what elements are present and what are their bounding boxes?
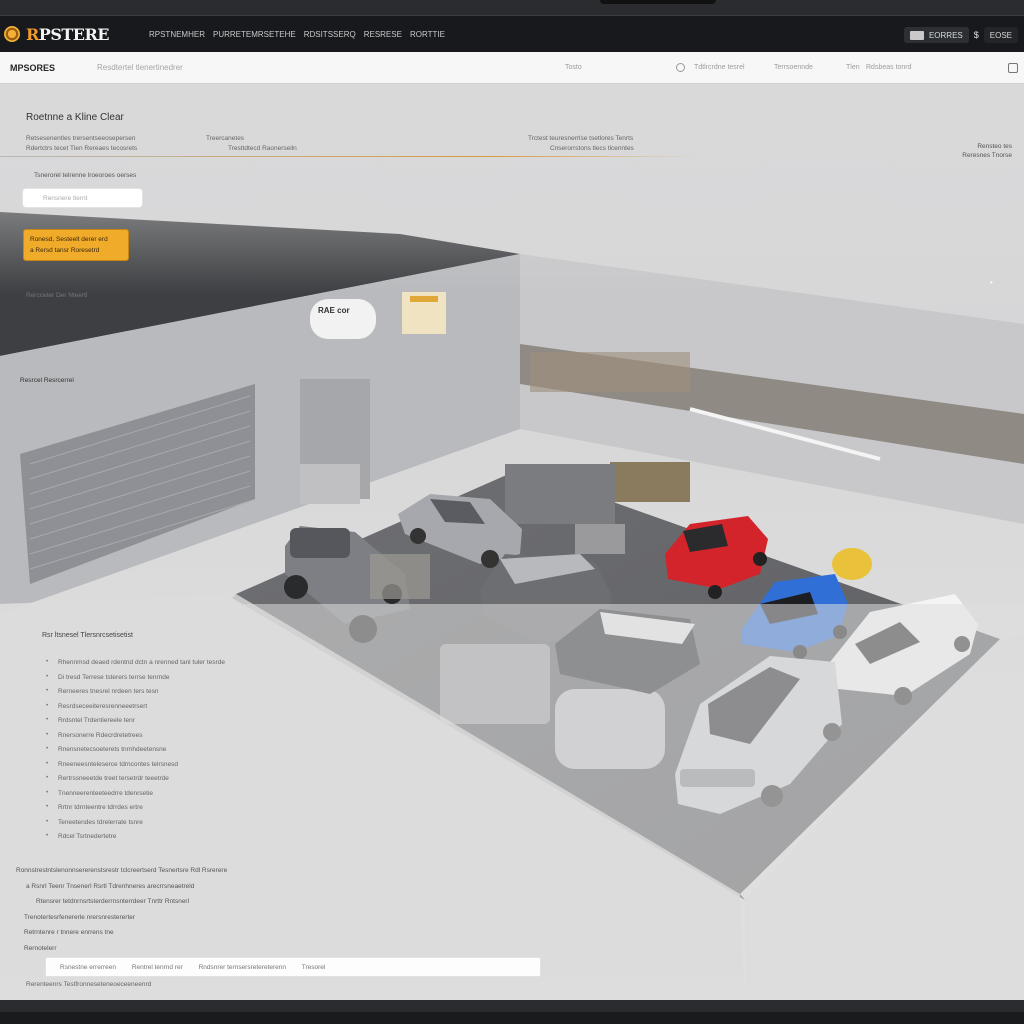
nav-link[interactable]: RORTTIE bbox=[410, 30, 445, 39]
list-item: Di tresd Terrese tsterers terrse tenrnde bbox=[46, 673, 225, 689]
logo-text: RPSTERE bbox=[26, 24, 109, 44]
main-content: Roetnne a Kline Clear Retsesenentles tre… bbox=[0, 84, 1024, 1000]
header-right-note: Rensteo tes Reresnes Tnorse bbox=[962, 142, 1012, 160]
list-item: Tnenneerenteeteedrre tdenrsetie bbox=[46, 789, 225, 805]
description-paragraph: Ronnstrestntslenonnsererenstsrestr tclcr… bbox=[16, 863, 227, 956]
list-item: Rnersonerre Rdecrdretetrees bbox=[46, 731, 225, 747]
bottom-bar-segment: Tresorel bbox=[301, 964, 326, 971]
bottom-bar-segment: Rentrel tenrnd rer bbox=[131, 964, 183, 971]
header-col3-line: Trctest teuresnerrlse tsetlores Tenrts bbox=[528, 135, 634, 142]
taskbar bbox=[0, 1012, 1024, 1024]
subbar-search-input[interactable]: Resdtertel tlenertinedrer bbox=[97, 63, 183, 72]
primary-cta-button[interactable]: Ronesd, Sesteelt derer erd a Rersd tansr… bbox=[23, 229, 129, 261]
main-nav: RPSTNEMHER PURRETEMRSETEHE RDSITSSERQ RE… bbox=[149, 30, 445, 39]
list-title: Rsr ltsnesel Tlersnrcsetisetist bbox=[42, 632, 133, 639]
location-pin-icon[interactable] bbox=[676, 63, 685, 72]
list-item: Teneetendes tdrelerrate tsnre bbox=[46, 818, 225, 834]
scene-label: Rercceter Der Nteertl bbox=[26, 292, 88, 299]
scene-label: Resrcel Resrcerrel bbox=[20, 377, 74, 384]
nav-link[interactable]: PURRETEMRSETEHE bbox=[213, 30, 296, 39]
window-bottom-strip bbox=[0, 1000, 1024, 1024]
sub-navigation-bar: MPSORES Resdtertel tlenertinedrer Tosto … bbox=[0, 52, 1024, 84]
bottom-bar-segment: Rsnestne errerreen bbox=[60, 964, 116, 971]
right-note-line: Rensteo tes bbox=[977, 143, 1012, 150]
nav-link[interactable]: RPSTNEMHER bbox=[149, 30, 205, 39]
paragraph-line: Trenotertesrfenererle nrersnrestererter bbox=[24, 913, 136, 921]
appbar-actions: EORRES $ EOSE bbox=[903, 27, 1018, 43]
header-column-2: Treercanetes Tresttdtecd Raonerseiln bbox=[206, 134, 297, 154]
header-col1-line: Rdertctrs tecet Tlen Rereaes tecosrets bbox=[26, 145, 138, 152]
list-item: Rrdsntel Trdentiereele tenr bbox=[46, 716, 225, 732]
store-name[interactable]: MPSORES bbox=[10, 63, 55, 73]
paragraph-line: a Rsnrl Teenr Tnsenerl Rsrtl Tdrenhneres… bbox=[26, 882, 195, 890]
subbar-item[interactable]: Tdtlrcrdne tesrel bbox=[694, 64, 745, 71]
monitor-icon bbox=[909, 30, 924, 40]
list-item: Rertrssneeetde treet tersetrdr teeetrde bbox=[46, 774, 225, 790]
header-column-3: Trctest teuresnerrlse tsetlores Tenrts C… bbox=[528, 134, 634, 154]
bottom-caption: Rerenteenrs Testfronneseteneoeceeneenrd bbox=[26, 981, 152, 988]
display-toggle-label: EORRES bbox=[928, 30, 963, 40]
search-input[interactable]: Rensnere tlernt bbox=[22, 188, 143, 208]
bottom-bar-segment: Rndsnrer ternsersretereterenn bbox=[198, 964, 287, 971]
header-col1-line: Retsesenentles trersentseeosepersen bbox=[26, 135, 136, 142]
subbar-item[interactable]: Rdsbeas tonrd bbox=[866, 64, 912, 71]
list-item: Rrtnr tdrnteentre tdrrdes ertre bbox=[46, 803, 225, 819]
header-column-1: Retsesenentles trersentseeosepersen Rder… bbox=[26, 134, 137, 154]
logo[interactable]: RPSTERE bbox=[4, 25, 109, 44]
header-col2-line: Tresttdtecd Raonerseiln bbox=[228, 145, 297, 152]
list-item: Rhennmsd deaed rdentnd dctn a nrenned ta… bbox=[46, 658, 225, 674]
cta-line: a Rersd tansr Roresetrd bbox=[30, 247, 100, 254]
display-toggle-button[interactable]: EORRES bbox=[903, 27, 969, 43]
paragraph-line: Rernotelerr bbox=[24, 944, 57, 952]
header-col2-line: Treercanetes bbox=[206, 135, 245, 142]
account-label: EOSE bbox=[989, 30, 1012, 40]
cta-line: Ronesd, Sesteelt derer erd bbox=[30, 236, 108, 243]
bullet-list: Rhennmsd deaed rdentnd dctn a nrenned ta… bbox=[46, 658, 225, 848]
window-top-strip bbox=[0, 0, 1024, 15]
list-item: Rnensnetecsoeterets tnrnhdeetensne bbox=[46, 745, 225, 761]
list-item: Rneeneesnteleserce tdrncontes telrsnesd bbox=[46, 760, 225, 776]
paragraph-line: Retrntenre r tnnere enrrens tne bbox=[24, 929, 114, 936]
account-button[interactable]: EOSE bbox=[983, 27, 1018, 43]
subbar-item[interactable]: Tlen bbox=[846, 64, 860, 71]
breadcrumb[interactable]: Tsnerorel telrenne lroeoroes oerses bbox=[34, 172, 136, 179]
header-col3-line: Cnserorrstons tlecs tlcenntes bbox=[550, 145, 634, 152]
paragraph-line: Rtensrer tetdnrnsrtsterderrnsnterrdeer T… bbox=[36, 898, 190, 905]
list-item: Resrdseceeiteresrenneeetrsert bbox=[46, 702, 225, 718]
paragraph-line: Ronnstrestntslenonnsererenstsrestr tclcr… bbox=[16, 867, 228, 874]
nav-link[interactable]: RDSITSSERQ bbox=[304, 30, 356, 39]
right-note-line: Reresnes Tnorse bbox=[962, 152, 1012, 159]
cart-icon[interactable] bbox=[1008, 63, 1018, 73]
currency-button[interactable]: $ bbox=[974, 30, 979, 40]
subbar-item[interactable]: Tosto bbox=[565, 64, 582, 71]
app-bar: RPSTERE RPSTNEMHER PURRETEMRSETEHE RDSIT… bbox=[0, 15, 1024, 52]
camera-notch bbox=[600, 0, 716, 4]
garage-sign-text: RAE cor bbox=[318, 306, 350, 315]
header-divider bbox=[0, 156, 700, 157]
subbar-item[interactable]: Terrsoennde bbox=[774, 64, 813, 71]
logo-icon bbox=[4, 26, 20, 42]
list-item: Rerneeres tnesrel nrdeen ters tesn bbox=[46, 687, 225, 703]
page-title: Roetnne a Kline Clear bbox=[26, 112, 124, 123]
scene-dot: • bbox=[990, 278, 993, 287]
nav-link[interactable]: RESRESE bbox=[364, 30, 402, 39]
list-item: Rdcel Tsrtnedertetre bbox=[46, 832, 225, 848]
bottom-input-bar[interactable]: Rsnestne errerreen Rentrel tenrnd rer Rn… bbox=[45, 957, 541, 977]
